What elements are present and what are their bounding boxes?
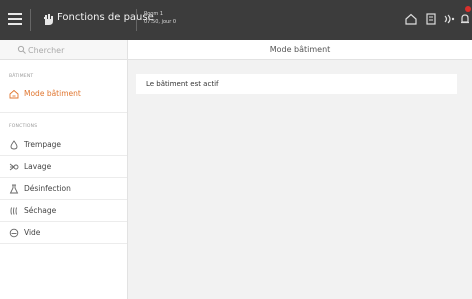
status-card: Le bâtiment est actif (136, 74, 457, 94)
drop-icon (10, 140, 18, 150)
flask-icon (9, 184, 19, 194)
sidebar-item-mode-batiment[interactable]: Mode bâtiment (0, 85, 127, 103)
hand-icon (44, 14, 53, 25)
signal-icon[interactable] (442, 12, 456, 26)
sidebar-item-vide[interactable]: Vide (0, 224, 127, 242)
room-name: Room 1 (144, 11, 164, 17)
sidebar-item-label: Mode bâtiment (24, 89, 81, 98)
heat-icon (10, 207, 17, 215)
menu-icon[interactable] (8, 13, 22, 26)
divider (0, 112, 127, 113)
page-title: Fonctions de pause (57, 12, 154, 23)
bell-icon[interactable] (458, 12, 472, 26)
sidebar-item-label: Séchage (24, 206, 57, 215)
search-input[interactable] (28, 43, 120, 57)
document-icon[interactable] (424, 12, 438, 26)
main-header: Mode bâtiment (128, 40, 472, 60)
section-label-building: Bâtiment (9, 74, 34, 79)
divider (0, 243, 127, 244)
main-title: Mode bâtiment (269, 45, 331, 54)
sidebar-item-label: Lavage (24, 162, 52, 171)
sidebar-item-label: Trempage (24, 140, 62, 149)
sidebar-item-desinfection[interactable]: Désinfection (0, 180, 127, 198)
divider (0, 155, 127, 156)
divider (136, 9, 137, 31)
divider (0, 177, 127, 178)
section-label-functions: Fonctions (9, 124, 38, 129)
sidebar-item-label: Vide (24, 228, 41, 237)
sidebar-item-lavage[interactable]: Lavage (0, 158, 127, 176)
sidebar-item-sechage[interactable]: Séchage (0, 202, 127, 220)
search-bar (0, 40, 127, 60)
divider (0, 199, 127, 200)
sidebar-item-trempage[interactable]: Trempage (0, 136, 127, 154)
home-icon (9, 89, 19, 99)
room-time: 07:50, jour 0 (144, 19, 177, 25)
sidebar: Bâtiment Mode bâtiment Fonctions Trempag… (0, 40, 128, 299)
search-icon (17, 45, 26, 54)
spray-icon (9, 163, 19, 171)
status-text: Le bâtiment est actif (146, 80, 219, 88)
sidebar-item-label: Désinfection (24, 184, 71, 193)
notification-badge (465, 6, 471, 12)
top-bar: Fonctions de pause Room 1 07:50, jour 0 (0, 0, 472, 40)
divider (0, 221, 127, 222)
empty-icon (9, 228, 19, 238)
home-icon[interactable] (404, 12, 418, 26)
divider (30, 9, 31, 31)
room-info[interactable]: Room 1 07:50, jour 0 (144, 10, 176, 26)
